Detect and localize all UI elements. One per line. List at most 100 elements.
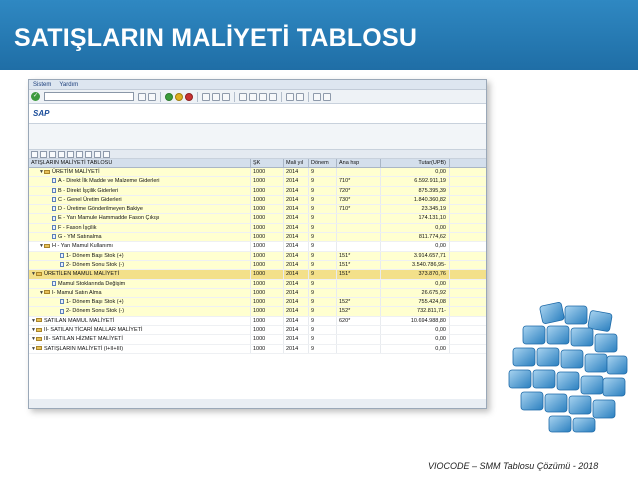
help-icon[interactable] xyxy=(313,92,321,101)
col-header-donem[interactable]: Dönem xyxy=(309,159,337,167)
table-row[interactable]: 1- Dönem Başı Stok (+) 1000 2014 9 151* 3.914… xyxy=(29,251,486,261)
table-row[interactable]: F - Fason İşçilik 1000 2014 9 0,00 xyxy=(29,223,486,234)
table-row[interactable]: 2- Dönem Sonu Stok (-) 1000 2014 9 152* 732.8… xyxy=(29,307,486,317)
folder-icon xyxy=(36,346,42,351)
table-row[interactable]: ▼ I- Mamul Satın Alma 1000 2014 9 26.675,92 xyxy=(29,288,486,299)
ana-hsp-cell xyxy=(337,288,381,298)
title-bar: SAP xyxy=(29,104,486,124)
print-icon[interactable] xyxy=(202,92,210,101)
document-icon xyxy=(52,215,56,221)
layout-icon[interactable] xyxy=(85,150,92,158)
command-field[interactable] xyxy=(44,92,134,101)
donem-cell: 9 xyxy=(309,307,337,316)
row-label: II- SATILAN TİCARİ MALLAR MALİYETİ xyxy=(44,327,143,334)
exit-icon[interactable] xyxy=(175,92,183,101)
print-icon[interactable] xyxy=(67,150,74,158)
donem-cell: 9 xyxy=(309,242,337,251)
mali-yil-cell: 2014 xyxy=(284,195,309,205)
tutar-cell: 0,00 xyxy=(381,344,450,353)
document-icon xyxy=(52,187,56,193)
ana-hsp-cell: 720* xyxy=(337,186,381,195)
col-header-sk[interactable]: ŞK xyxy=(251,159,284,167)
row-label: B - Direkt İşçilik Giderleri xyxy=(58,187,119,194)
col-header-mali-yil[interactable]: Mali yıl xyxy=(284,159,309,167)
back-icon[interactable] xyxy=(165,92,173,101)
row-name-cell: ▼ H - Yarı Mamul Kullanımı xyxy=(29,242,251,251)
shortcut-icon[interactable] xyxy=(296,92,304,101)
mali-yil-cell: 2014 xyxy=(284,326,309,335)
col-header-tutar[interactable]: Tutar(UPB) xyxy=(381,159,450,167)
sk-cell: 1000 xyxy=(251,307,284,316)
table-row[interactable]: ▼ II- SATILAN TİCARİ MALLAR MALİYETİ 1000 2… xyxy=(29,326,486,336)
first-page-icon[interactable] xyxy=(239,92,247,101)
row-label: I- Mamul Satın Alma xyxy=(52,289,102,296)
tutar-cell: 26.675,92 xyxy=(381,288,450,298)
row-name-cell: F - Fason İşçilik xyxy=(29,223,251,233)
folder-icon xyxy=(36,318,42,323)
ana-hsp-cell: 710* xyxy=(337,177,381,186)
new-session-icon[interactable] xyxy=(286,92,294,101)
menubar: Sistem Yardım xyxy=(29,80,486,90)
table-row[interactable]: A - Direkt İlk Madde ve Malzeme Giderler… xyxy=(29,177,486,187)
row-name-cell: ▼ SATILAN MAMUL MALİYETİ xyxy=(29,316,251,326)
table-row[interactable]: 1- Dönem Başı Stok (+) 1000 2014 9 152* 755.4… xyxy=(29,298,486,308)
mali-yil-cell: 2014 xyxy=(284,270,309,279)
tutar-cell: 875.395,39 xyxy=(381,186,450,195)
row-label: ÜRETİM MALİYETİ xyxy=(52,169,100,175)
save-icon[interactable] xyxy=(148,92,156,101)
previous-page-icon[interactable] xyxy=(249,92,257,101)
table-row[interactable]: 2- Dönem Sonu Stok (-) 1000 2014 9 151* 3.540… xyxy=(29,260,486,271)
next-page-icon[interactable] xyxy=(259,92,267,101)
find-icon[interactable] xyxy=(212,92,220,101)
document-icon xyxy=(52,224,56,230)
folder-icon xyxy=(36,336,42,341)
enter-icon[interactable]: ✓ xyxy=(31,92,40,101)
folder-icon xyxy=(44,169,50,174)
cancel-icon[interactable] xyxy=(185,92,193,101)
collapse-icon[interactable] xyxy=(40,150,47,158)
dropdown-icon[interactable] xyxy=(138,92,146,101)
expand-icon[interactable] xyxy=(31,150,38,158)
layout-icon[interactable] xyxy=(323,92,331,101)
col-header-name[interactable]: ATIŞLARIN MALİYETİ TABLOSU xyxy=(29,159,251,167)
grid-icon[interactable] xyxy=(94,150,101,158)
filter-icon[interactable] xyxy=(58,150,65,158)
separator xyxy=(234,91,235,102)
row-name-cell: ▼ ÜRETİM MALİYETİ xyxy=(29,168,251,177)
col-header-ana-hsp[interactable]: Ana hsp xyxy=(337,159,381,167)
find-next-icon[interactable] xyxy=(222,92,230,101)
table-row[interactable]: Mamul Stoklarında Değişim 1000 2014 9 0,00 xyxy=(29,279,486,289)
table-row[interactable]: ▼ III- SATILAN HİZMET MALİYETİ 1000 2014 9 0,… xyxy=(29,335,486,345)
table-row[interactable]: ▼ ÜRETİLEN MAMUL MALİYETİ 1000 2014 9 151* 373… xyxy=(29,270,486,280)
table-row[interactable]: ▼ ÜRETİM MALİYETİ 1000 2014 9 0,00 xyxy=(29,168,486,178)
table-row[interactable]: D - Üretime Gönderilmeyen Bakiye 1000 2014… xyxy=(29,205,486,215)
sap-logo: SAP xyxy=(33,109,50,118)
row-name-cell: ▼ II- SATILAN TİCARİ MALLAR MALİYETİ xyxy=(29,326,251,335)
table-row[interactable]: ▼ SATIŞLARIN MALİYETİ (I+II+III) 1000 2014 9… xyxy=(29,344,486,354)
find-icon[interactable] xyxy=(49,150,56,158)
mali-yil-cell: 2014 xyxy=(284,307,309,316)
settings-icon[interactable] xyxy=(103,150,110,158)
sk-cell: 1000 xyxy=(251,288,284,298)
mali-yil-cell: 2014 xyxy=(284,344,309,353)
document-icon xyxy=(60,262,64,268)
table-row[interactable]: C - Genel Üretim Giderleri 1000 2014 9 730* 1… xyxy=(29,195,486,206)
table-row[interactable]: B - Direkt İşçilik Giderleri 1000 2014 9 720… xyxy=(29,186,486,196)
row-label: G - YM Satınalma xyxy=(58,234,102,241)
tutar-cell: 0,00 xyxy=(381,335,450,344)
table-row[interactable]: E - Yarı Mamule Hammadde Fason Çıkışı 100… xyxy=(29,214,486,224)
row-name-cell: B - Direkt İşçilik Giderleri xyxy=(29,186,251,195)
mali-yil-cell: 2014 xyxy=(284,335,309,344)
donem-cell: 9 xyxy=(309,270,337,279)
row-label: H - Yarı Mamul Kullanımı xyxy=(52,243,113,250)
export-icon[interactable] xyxy=(76,150,83,158)
table-row[interactable]: ▼ H - Yarı Mamul Kullanımı 1000 2014 9 0,00 xyxy=(29,242,486,252)
last-page-icon[interactable] xyxy=(269,92,277,101)
menu-item-sistem[interactable]: Sistem xyxy=(33,82,51,88)
separator xyxy=(160,91,161,102)
table-row[interactable]: ▼ SATILAN MAMUL MALİYETİ 1000 2014 9 620* 10.6… xyxy=(29,316,486,327)
table-row[interactable]: G - YM Satınalma 1000 2014 9 811.774,62 xyxy=(29,233,486,243)
mali-yil-cell: 2014 xyxy=(284,251,309,260)
document-icon xyxy=(52,206,56,212)
menu-item-yardim[interactable]: Yardım xyxy=(59,82,78,88)
